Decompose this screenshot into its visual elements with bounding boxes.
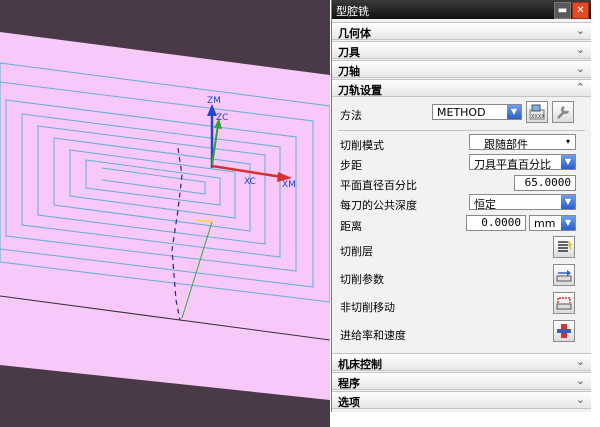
common-depth-value: 恒定 — [474, 198, 496, 211]
method-label: 方法 — [340, 109, 362, 122]
chevron-down-icon: ⌄ — [575, 355, 585, 368]
feeds-speeds-button[interactable] — [553, 320, 575, 342]
wrench-icon — [557, 105, 570, 119]
distance-label: 距离 — [340, 220, 362, 233]
section-geometry-label: 几何体 — [338, 27, 371, 40]
dialog-titlebar[interactable]: 型腔铣 ▬ ✕ — [332, 0, 591, 19]
section-geometry[interactable]: 几何体 ⌄ — [332, 22, 591, 40]
section-tool-axis[interactable]: 刀轴 ⌄ — [332, 60, 591, 78]
method-value: METHOD — [437, 106, 486, 119]
section-tool-label: 刀具 — [338, 46, 360, 59]
section-options[interactable]: 选项 ⌄ — [332, 391, 591, 409]
method-select[interactable]: METHOD ▼ — [432, 104, 522, 120]
stepover-value: 刀具平直百分比 — [474, 158, 551, 171]
triangle-down-icon: ▼ — [507, 105, 521, 119]
distance-input[interactable]: 0.0000 — [466, 215, 526, 231]
distance-unit-value: mm — [534, 217, 556, 230]
cut-params-icon — [556, 270, 572, 282]
cut-levels-label: 切削层 — [340, 245, 373, 258]
method-edit-icon: XXXX — [529, 104, 545, 120]
divider — [338, 130, 585, 131]
common-depth-select[interactable]: 恒定 ▼ — [469, 194, 576, 211]
triangle-down-icon: ▼ — [561, 216, 575, 230]
chevron-down-icon: ⌄ — [575, 43, 585, 56]
toolpath-view: ZM ZC XC XM — [0, 0, 330, 427]
dialog-title: 型腔铣 — [336, 5, 369, 18]
svg-text:XXXX: XXXX — [531, 114, 545, 120]
edit-method-button[interactable]: XXXX — [526, 101, 548, 123]
cut-pattern-label: 切削模式 — [340, 139, 384, 152]
cut-levels-icon — [558, 240, 572, 252]
section-toolpath-settings[interactable]: 刀轨设置 ⌃ — [332, 79, 591, 97]
chevron-down-icon: ⌄ — [575, 62, 585, 75]
chevron-up-icon: ⌃ — [575, 81, 585, 94]
cut-levels-button[interactable] — [553, 236, 575, 258]
triangle-down-icon: ▼ — [561, 155, 575, 169]
section-program-label: 程序 — [338, 377, 360, 390]
section-tool-axis-label: 刀轴 — [338, 65, 360, 78]
close-icon: ✕ — [576, 5, 585, 16]
xm-label: XM — [282, 180, 296, 190]
minimize-button[interactable]: ▬ — [554, 2, 571, 19]
section-toolpath-settings-label: 刀轨设置 — [338, 84, 382, 97]
chevron-down-icon: ⌄ — [575, 393, 585, 406]
wrench-button[interactable] — [552, 101, 574, 123]
close-button[interactable]: ✕ — [572, 2, 589, 19]
stepover-select[interactable]: 刀具平直百分比 ▼ — [469, 154, 576, 171]
section-options-label: 选项 — [338, 396, 360, 409]
flat-diameter-percent-input[interactable]: 65.0000 — [514, 175, 576, 191]
minimize-icon: ▬ — [557, 5, 568, 16]
triangle-down-icon: ▾ — [561, 135, 575, 149]
graphics-viewport[interactable]: ZM ZC XC XM — [0, 0, 330, 427]
flat-diameter-percent-label: 平面直径百分比 — [340, 179, 417, 192]
feeds-speeds-label: 进给率和速度 — [340, 329, 406, 342]
section-machine-control-label: 机床控制 — [338, 358, 382, 371]
feeds-speeds-icon — [557, 324, 571, 338]
cut-pattern-select[interactable]: 跟随部件 ▾ — [469, 134, 576, 151]
distance-unit-select[interactable]: mm ▼ — [529, 215, 576, 231]
chevron-down-icon: ⌄ — [575, 374, 585, 387]
xc-label: XC — [244, 177, 256, 187]
section-tool[interactable]: 刀具 ⌄ — [332, 41, 591, 59]
non-cutting-moves-icon — [556, 297, 572, 310]
chevron-down-icon: ⌄ — [575, 24, 585, 37]
cut-pattern-value: 跟随部件 — [484, 138, 528, 151]
non-cutting-moves-button[interactable] — [553, 292, 575, 314]
stepover-label: 步距 — [340, 159, 362, 172]
cavity-mill-dialog: 型腔铣 ▬ ✕ 几何体 ⌄ 刀具 ⌄ 刀轴 ⌄ 刀轨设置 ⌃ 方法 METHOD… — [331, 0, 591, 412]
section-program[interactable]: 程序 ⌄ — [332, 372, 591, 390]
common-depth-label: 每刀的公共深度 — [340, 199, 417, 212]
cut-params-label: 切削参数 — [340, 273, 384, 286]
triangle-down-icon: ▼ — [561, 195, 575, 209]
section-machine-control[interactable]: 机床控制 ⌄ — [332, 353, 591, 371]
zc-label: ZC — [216, 113, 228, 123]
cut-params-button[interactable] — [553, 264, 575, 286]
zm-label: ZM — [207, 96, 221, 106]
non-cutting-moves-label: 非切削移动 — [340, 301, 395, 314]
